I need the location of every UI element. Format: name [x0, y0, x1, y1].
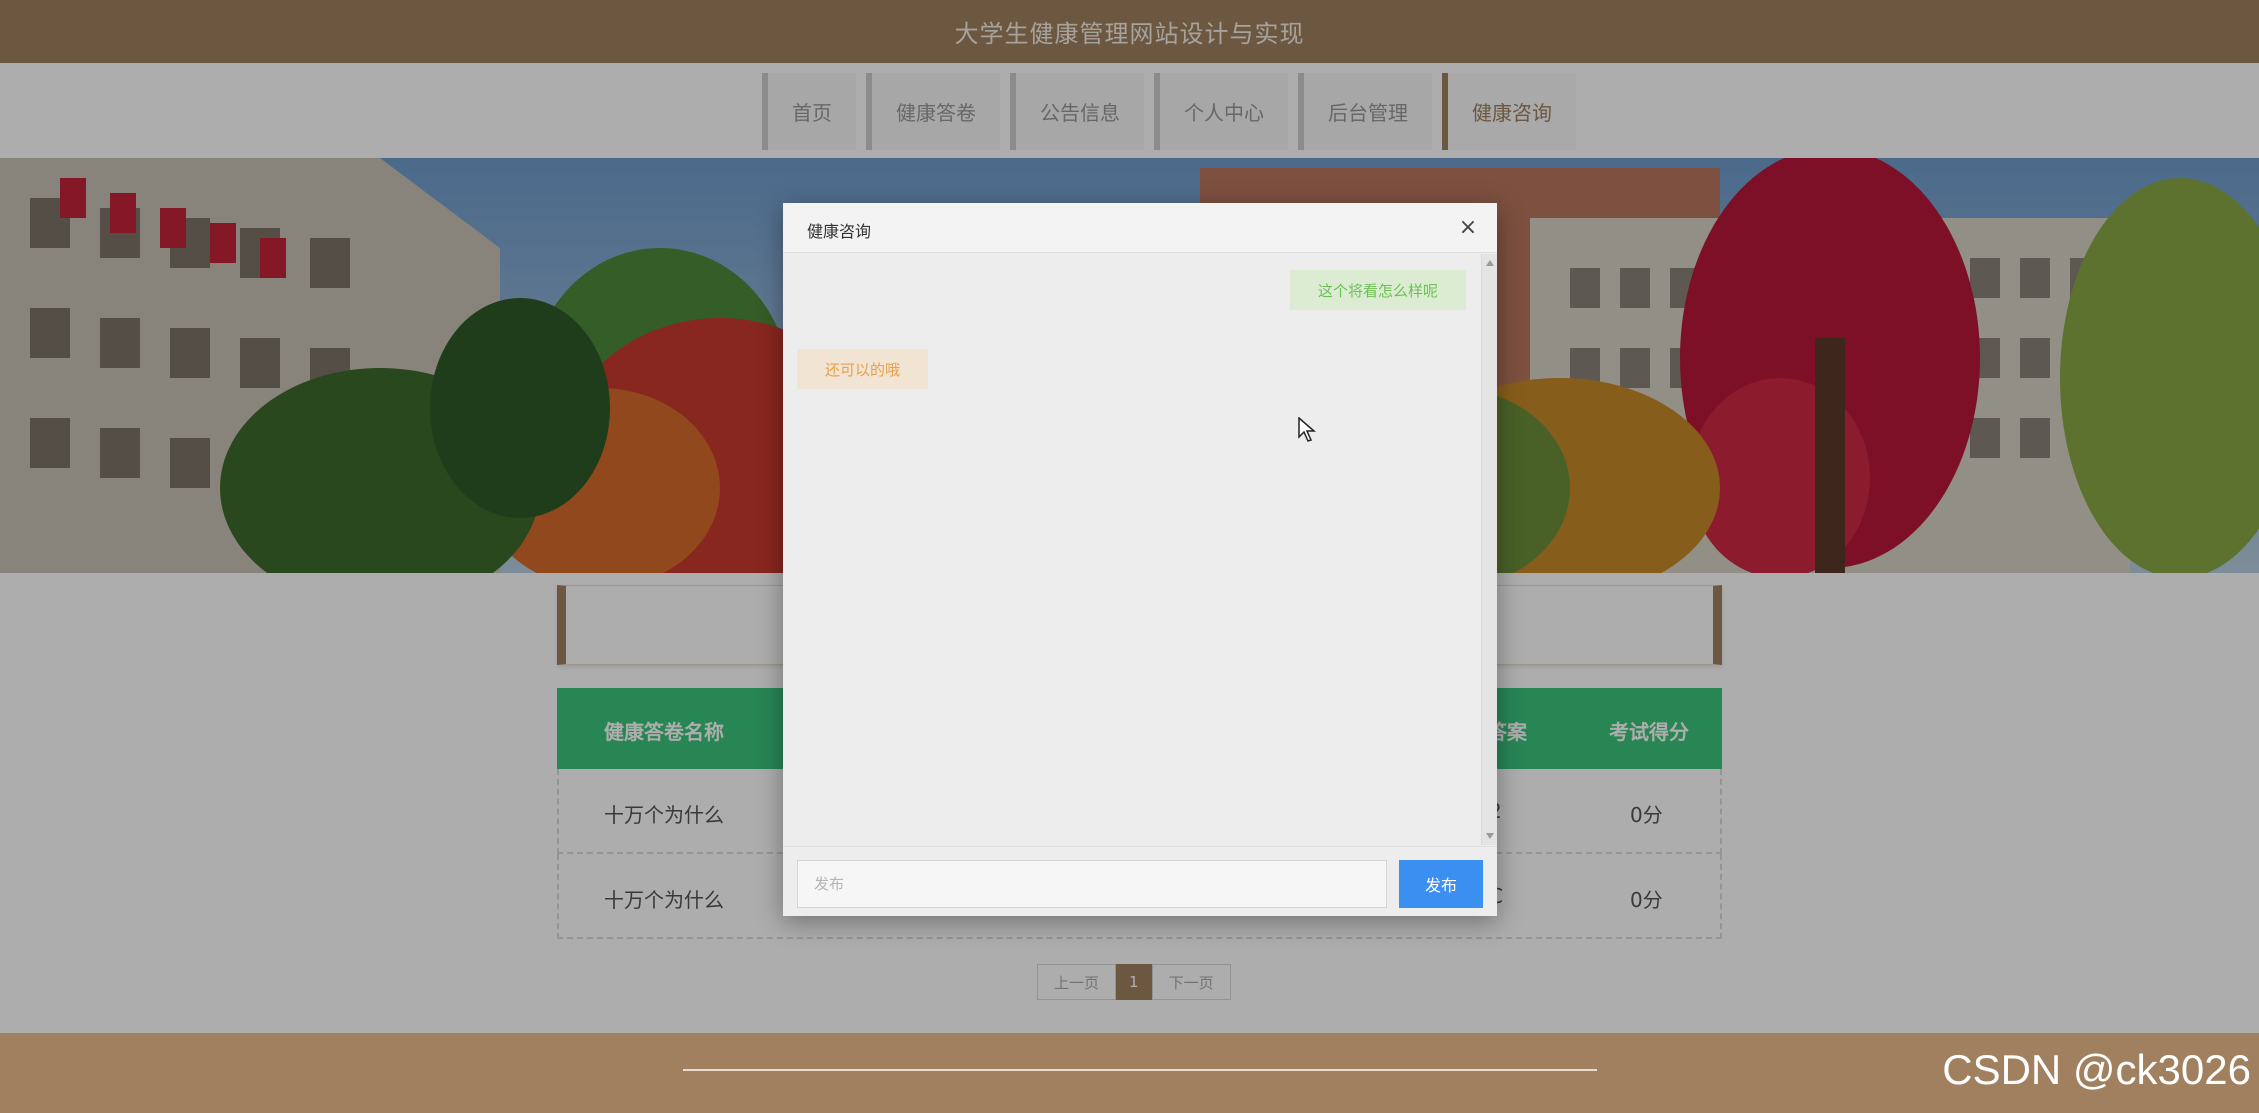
sent-message-bubble: 这个将看怎么样呢	[1289, 270, 1466, 310]
mouse-cursor-icon	[1298, 417, 1316, 442]
received-message-bubble: 还可以的哦	[797, 349, 929, 389]
message-input[interactable]	[797, 860, 1387, 908]
footer-divider	[683, 1069, 1597, 1071]
dialog-header: 健康咨询 ×	[783, 203, 1497, 253]
scroll-up-arrow-icon[interactable]	[1486, 260, 1494, 266]
close-icon[interactable]: ×	[1455, 214, 1481, 240]
send-button[interactable]: 发布	[1399, 860, 1483, 908]
site-footer	[0, 1033, 2259, 1113]
health-consult-dialog: 健康咨询 × 这个将看怎么样呢 还可以的哦 发布	[783, 203, 1497, 916]
watermark-text: CSDN @ck3026	[1942, 1046, 2251, 1093]
chat-scrollbar[interactable]	[1481, 254, 1497, 845]
dialog-title: 健康咨询	[807, 222, 872, 241]
dialog-footer: 发布	[783, 846, 1497, 916]
chat-messages[interactable]: 这个将看怎么样呢 还可以的哦	[783, 254, 1497, 845]
scroll-down-arrow-icon[interactable]	[1486, 833, 1494, 839]
